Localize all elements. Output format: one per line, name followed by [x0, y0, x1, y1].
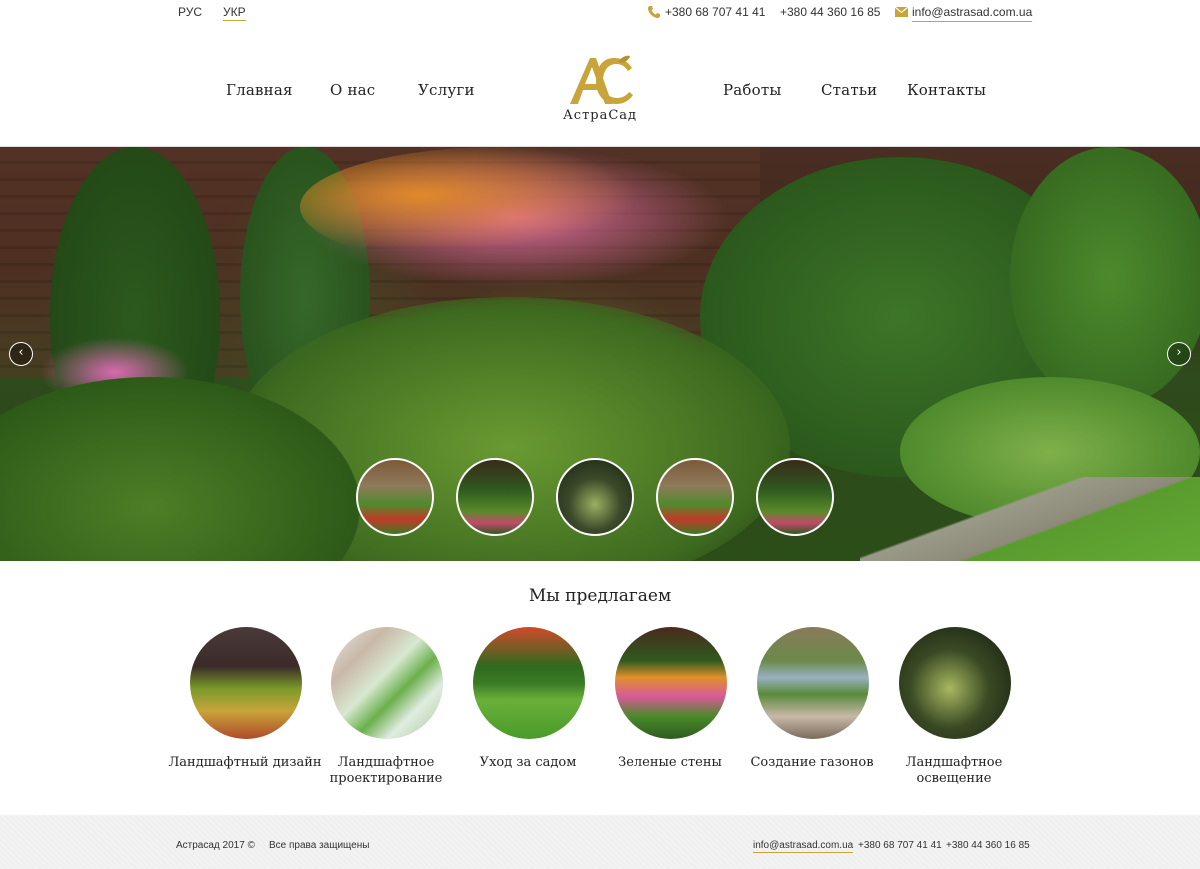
logo-mark-icon	[570, 55, 633, 104]
offers-title: Мы предлагаем	[528, 586, 672, 606]
footer-phone-2[interactable]: +380 44 360 16 85	[946, 840, 1030, 851]
offer-image	[615, 627, 727, 739]
offer-image	[899, 627, 1011, 739]
logo-text: АстраСад	[562, 108, 638, 123]
offer-image	[757, 627, 869, 739]
footer-phone-1[interactable]: +380 68 707 41 41	[858, 840, 942, 851]
language-uk-link[interactable]: УКР	[223, 5, 246, 21]
nav-articles[interactable]: Статьи	[821, 81, 877, 99]
offer-image	[190, 627, 302, 739]
hero-bush-far-right	[1010, 147, 1200, 407]
slider-next-button[interactable]: ›	[1167, 342, 1191, 366]
offer-label: Создание газонов	[750, 755, 874, 770]
language-ru-link[interactable]: РУС	[178, 5, 202, 19]
slider-thumbnail[interactable]	[456, 458, 534, 536]
footer-rights: Все права защищены	[269, 840, 370, 851]
hero-slider: ‹ ›	[0, 147, 1200, 561]
header-phone-2[interactable]: +380 44 360 16 85	[780, 5, 880, 19]
header-phone-1[interactable]: +380 68 707 41 41	[665, 5, 765, 19]
nav-contacts[interactable]: Контакты	[907, 81, 986, 99]
nav-works[interactable]: Работы	[723, 81, 782, 99]
header-email-link[interactable]: info@astrasad.com.ua	[912, 5, 1033, 22]
slider-thumbnail[interactable]	[756, 458, 834, 536]
offer-image	[473, 627, 585, 739]
footer: Астрасад 2017 © Все права защищены info@…	[0, 815, 1200, 869]
top-bar: РУС УКР +380 68 707 41 41 +380 44 360 16…	[0, 0, 1200, 26]
nav-about[interactable]: О нас	[330, 81, 375, 99]
offer-label: Уход за садом	[479, 755, 577, 770]
slider-prev-button[interactable]: ‹	[9, 342, 33, 366]
nav-home[interactable]: Главная	[226, 81, 293, 99]
offer-image	[331, 627, 443, 739]
offer-label: Ландшафтный дизайн	[168, 755, 322, 770]
nav-services[interactable]: Услуги	[418, 81, 475, 99]
chevron-right-icon: ›	[1176, 345, 1182, 360]
offer-label: Ландшафтное проектирование	[329, 755, 443, 786]
chevron-left-icon: ‹	[18, 345, 24, 360]
offer-label: Зеленые стены	[618, 755, 722, 770]
mail-icon	[895, 7, 908, 17]
slider-thumbnail[interactable]	[356, 458, 434, 536]
hero-orange-lilies	[300, 147, 700, 267]
site-logo[interactable]: АстраСад	[552, 54, 648, 126]
hero-lawn-edge	[860, 477, 1200, 561]
phone-icon	[648, 6, 660, 18]
slider-thumbnail[interactable]	[556, 458, 634, 536]
footer-copyright: Астрасад 2017 ©	[176, 840, 255, 851]
footer-email-link[interactable]: info@astrasad.com.ua	[753, 840, 854, 853]
slider-thumbnail[interactable]	[656, 458, 734, 536]
offer-label: Ландшафтное освещение	[905, 755, 1003, 786]
